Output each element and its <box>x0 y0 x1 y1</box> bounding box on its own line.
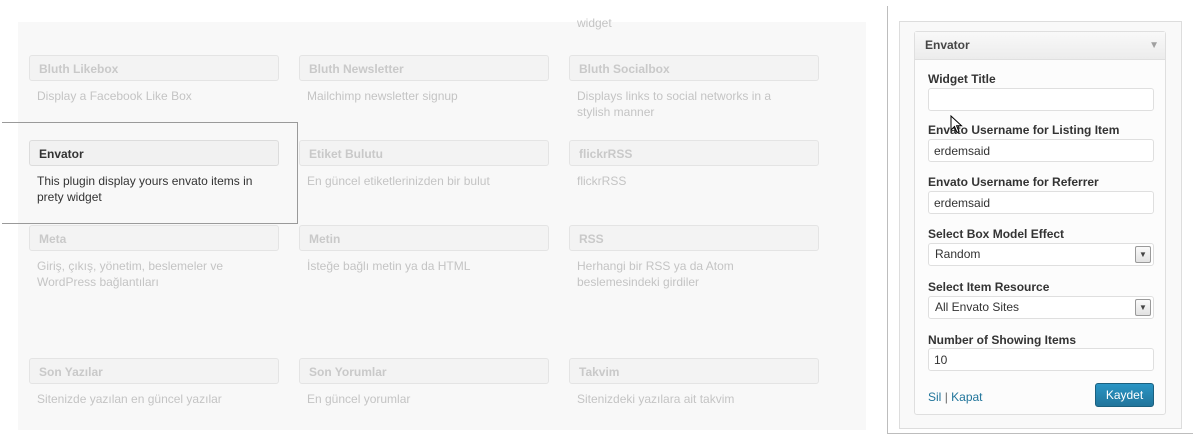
widget-description: Herhangi bir RSS ya da Atom beslemesinde… <box>577 259 734 289</box>
item-resource-select[interactable]: All Envato Sites ▼ <box>928 296 1154 319</box>
box-effect-value: Random <box>935 247 981 261</box>
widget-title: Bluth Newsletter <box>299 55 549 81</box>
save-button[interactable]: Kaydet <box>1095 383 1154 407</box>
widget-title: Envator <box>29 140 279 166</box>
box-effect-label: Select Box Model Effect <box>928 227 1065 241</box>
widget-description: flickrRSS <box>577 174 627 188</box>
truncated-widget-desc: widget <box>577 16 612 30</box>
form-links: Sil | Kapat <box>928 390 983 404</box>
widget-son-yazilar[interactable]: Son Yazılar Sitenizde yazılan en güncel … <box>29 358 279 407</box>
widget-rss[interactable]: RSS Herhangi bir RSS ya da Atom beslemes… <box>569 225 819 290</box>
listing-username-input[interactable] <box>928 139 1154 162</box>
widget-description: Displays links to social networks in a s… <box>577 89 772 119</box>
widget-flickrrss[interactable]: flickrRSS flickrRSS <box>569 140 819 189</box>
widget-description: Giriş, çıkış, yönetim, beslemeler ve Wor… <box>37 259 224 289</box>
mouse-cursor-icon <box>950 115 963 134</box>
widget-bluth-newsletter[interactable]: Bluth Newsletter Mailchimp newsletter si… <box>299 55 549 104</box>
widget-son-yorumlar[interactable]: Son Yorumlar En güncel yorumlar <box>299 358 549 407</box>
delete-link[interactable]: Sil <box>928 390 941 404</box>
chevron-down-icon[interactable]: ▼ <box>1135 246 1151 263</box>
widget-description: En güncel etiketlerinizden bir bulut <box>307 174 490 188</box>
widget-bluth-socialbox[interactable]: Bluth Socialbox Displays links to social… <box>569 55 819 120</box>
widget-description: Display a Facebook Like Box <box>37 89 192 103</box>
triangle-down-icon[interactable]: ▼ <box>1149 32 1159 59</box>
widget-title: Etiket Bulutu <box>299 140 549 166</box>
chevron-down-icon[interactable]: ▼ <box>1135 299 1151 316</box>
widget-description: Sitenizdeki yazılara ait takvim <box>577 392 735 406</box>
widget-bluth-likebox[interactable]: Bluth Likebox Display a Facebook Like Bo… <box>29 55 279 104</box>
widget-form-title: Envator <box>925 38 970 52</box>
widget-description: Mailchimp newsletter signup <box>307 89 458 103</box>
widget-etiket-bulutu[interactable]: Etiket Bulutu En güncel etiketlerinizden… <box>299 140 549 189</box>
widget-title-label: Widget Title <box>928 72 996 86</box>
showing-items-label: Number of Showing Items <box>928 333 1077 347</box>
item-resource-label: Select Item Resource <box>928 280 1050 294</box>
link-separator: | <box>944 390 948 404</box>
referrer-username-input[interactable] <box>928 191 1154 214</box>
widget-envator[interactable]: Envator This plugin display yours envato… <box>29 140 279 205</box>
widget-title: Son Yazılar <box>29 358 279 384</box>
showing-items-input[interactable] <box>928 348 1154 371</box>
widget-description: İsteğe bağlı metin ya da HTML <box>307 259 471 273</box>
widget-form-header[interactable]: Envator ▼ <box>915 32 1165 60</box>
box-effect-select[interactable]: Random ▼ <box>928 243 1154 266</box>
referrer-username-label: Envato Username for Referrer <box>928 175 1099 189</box>
widget-metin[interactable]: Metin İsteğe bağlı metin ya da HTML <box>299 225 549 274</box>
widget-title: Takvim <box>569 358 819 384</box>
widget-title: Bluth Socialbox <box>569 55 819 81</box>
close-link[interactable]: Kapat <box>951 390 982 404</box>
widget-title: Bluth Likebox <box>29 55 279 81</box>
widget-description: En güncel yorumlar <box>307 392 411 406</box>
widget-title: Metin <box>299 225 549 251</box>
widget-takvim[interactable]: Takvim Sitenizdeki yazılara ait takvim <box>569 358 819 407</box>
item-resource-value: All Envato Sites <box>935 300 1020 314</box>
widget-description: Sitenizde yazılan en güncel yazılar <box>37 392 222 406</box>
widget-description: This plugin display yours envato items i… <box>37 174 253 204</box>
widget-title: RSS <box>569 225 819 251</box>
envator-widget-form: Envator ▼ Widget Title Envato Username f… <box>914 31 1166 415</box>
widget-title-input[interactable] <box>928 88 1154 111</box>
widget-title: flickrRSS <box>569 140 819 166</box>
widget-meta[interactable]: Meta Giriş, çıkış, yönetim, beslemeler v… <box>29 225 279 290</box>
widget-title: Meta <box>29 225 279 251</box>
widget-title: Son Yorumlar <box>299 358 549 384</box>
